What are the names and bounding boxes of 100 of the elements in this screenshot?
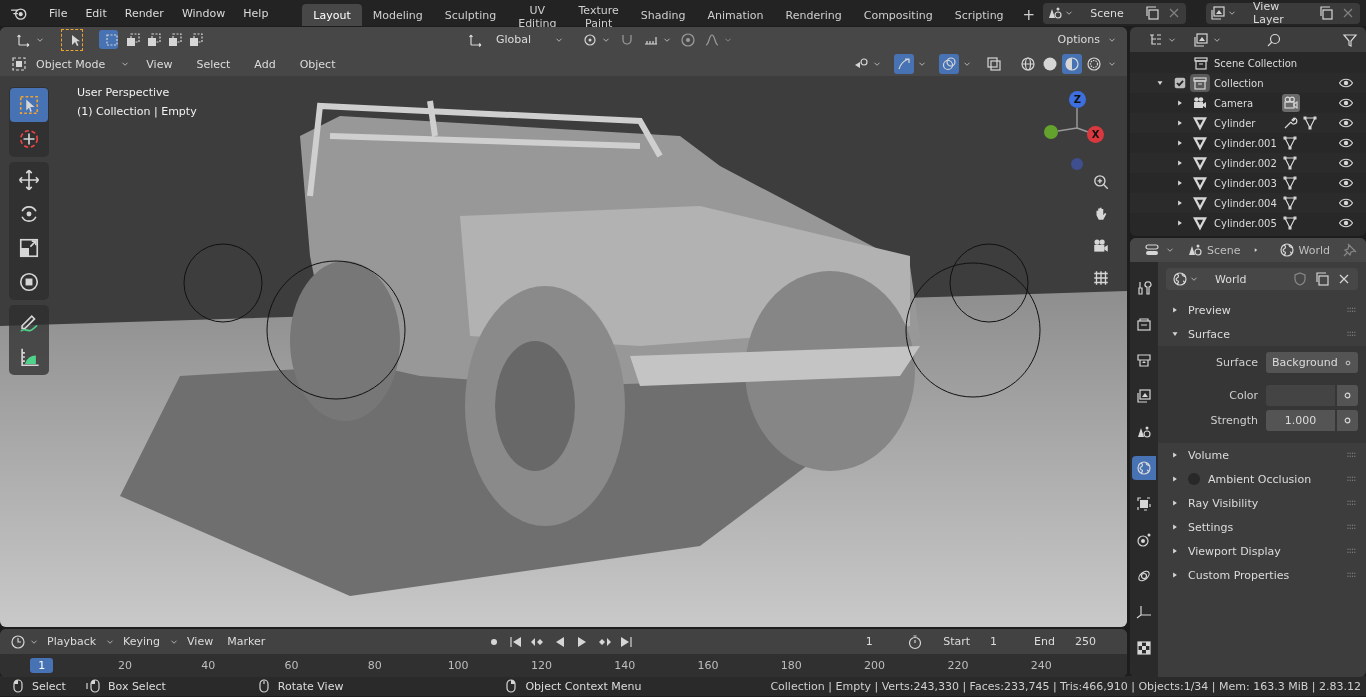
image-stack-icon[interactable] [1193, 31, 1209, 48]
shading-button[interactable] [1084, 54, 1104, 74]
end-frame-field[interactable]: 250 [1075, 635, 1117, 648]
shield-icon[interactable] [1292, 271, 1308, 287]
triangle-icon[interactable] [1192, 115, 1208, 131]
outliner-item[interactable]: Cylinder [1212, 117, 1282, 129]
menu-item[interactable]: Render [115, 2, 173, 24]
menu-item[interactable]: Select [188, 57, 239, 71]
mesh-vertices-icon[interactable] [1302, 115, 1318, 131]
number-field[interactable]: 1.000 [1266, 410, 1335, 431]
target-icon[interactable] [680, 31, 697, 48]
workspace-tab[interactable]: Scripting [943, 4, 1015, 26]
outliner-item[interactable]: Cylinder.001 [1212, 137, 1282, 149]
filter-icon[interactable] [1342, 31, 1358, 48]
clock-icon[interactable] [10, 633, 26, 650]
axis-handle[interactable] [1071, 158, 1083, 170]
outliner-item[interactable]: Cylinder.003 [1212, 177, 1282, 189]
box-icon[interactable] [1193, 55, 1209, 71]
menu-item[interactable]: Playback [41, 635, 103, 648]
panel-header[interactable]: Ambient Occlusion [1208, 472, 1312, 486]
mesh-vertices-icon[interactable] [1282, 195, 1298, 211]
camera-icon[interactable] [1192, 95, 1208, 111]
triangle-icon[interactable] [1192, 135, 1208, 151]
panel-header[interactable]: Ray Visibility [1188, 496, 1259, 510]
workspace-tab[interactable]: Rendering [774, 4, 853, 26]
workspace-tab[interactable]: Sculpting [433, 4, 508, 26]
zoom-icon[interactable] [1092, 173, 1110, 191]
menu-item[interactable]: View [138, 57, 181, 71]
menu-item[interactable]: Edit [76, 2, 116, 24]
checkbox[interactable] [1173, 76, 1187, 90]
outliner-item[interactable]: Cylinder.002 [1212, 157, 1282, 169]
selection-mode-button[interactable] [99, 30, 118, 49]
camera-icon[interactable] [1092, 237, 1110, 255]
globe-icon[interactable] [1172, 271, 1188, 287]
menu-item[interactable]: Help [234, 2, 278, 24]
pin-icon[interactable] [1342, 242, 1358, 258]
options-dropdown[interactable]: Options [1057, 33, 1104, 46]
circle-dot-icon[interactable] [582, 31, 599, 48]
panel-header[interactable]: Surface [1188, 327, 1230, 341]
copy-icon[interactable] [1144, 5, 1161, 21]
current-frame-field[interactable]: 1 [849, 635, 890, 648]
gizmo-toggle[interactable] [894, 54, 914, 74]
workspace-tab[interactable]: Shading [629, 4, 697, 26]
outliner-item[interactable]: Cylinder.005 [1212, 217, 1282, 229]
ring-icon[interactable] [1337, 385, 1358, 406]
orientation-dropdown[interactable]: Global [492, 33, 546, 46]
datablock-selector[interactable]: World [1166, 268, 1358, 290]
outliner-item[interactable]: Collection [1212, 77, 1282, 89]
menu-item[interactable]: View [181, 635, 220, 648]
menu-item[interactable]: Window [172, 2, 235, 24]
stopwatch-icon[interactable] [907, 633, 924, 650]
ring-icon[interactable] [1337, 410, 1358, 431]
scene-icon[interactable] [1047, 5, 1064, 21]
axis-handle[interactable] [1044, 125, 1058, 139]
image-stack-icon[interactable] [1210, 5, 1227, 21]
start-frame-field[interactable]: 1 [990, 635, 1033, 648]
outliner-item[interactable]: Scene Collection [1212, 57, 1338, 69]
workspace-tab[interactable]: UV Editing [507, 4, 568, 26]
scene-selector[interactable]: Scene [1043, 2, 1187, 24]
shading-button[interactable] [1018, 54, 1038, 74]
box-icon[interactable] [1192, 75, 1208, 91]
mesh-vertices-icon[interactable] [1282, 135, 1298, 151]
view-layer-selector[interactable]: View Layer [1206, 2, 1360, 24]
toggle-icon[interactable] [1144, 242, 1160, 258]
panel-header[interactable]: Custom Properties [1188, 568, 1290, 582]
shader-dropdown[interactable]: Background [1266, 352, 1358, 373]
workspace-tab[interactable]: Compositing [852, 4, 944, 26]
panel-header[interactable]: Settings [1188, 520, 1234, 534]
workspace-tab[interactable]: Modeling [361, 4, 434, 26]
panel-header[interactable]: Preview [1188, 303, 1231, 317]
mode-dropdown[interactable] [10, 55, 28, 73]
grid-icon[interactable] [1092, 269, 1110, 287]
menu-item[interactable]: Keying [117, 635, 167, 648]
camera-icon[interactable] [1282, 94, 1300, 112]
overlay-toggle[interactable] [939, 54, 959, 74]
search-icon[interactable] [1266, 31, 1282, 48]
copy-icon[interactable] [1318, 5, 1334, 21]
mesh-vertices-icon[interactable] [1282, 215, 1298, 231]
panel-header[interactable]: Volume [1188, 448, 1229, 462]
workspace-tab[interactable]: Layout [302, 4, 362, 26]
triangle-icon[interactable] [1192, 195, 1208, 211]
stacked-squares-icon[interactable] [986, 56, 1002, 72]
panel-header[interactable]: Viewport Display [1188, 544, 1281, 558]
mesh-vertices-icon[interactable] [1282, 175, 1298, 191]
workspace-tab[interactable]: Texture Paint [567, 4, 630, 26]
breadcrumb-item[interactable]: Scene [1207, 243, 1241, 257]
menu-item[interactable]: Marker [221, 635, 272, 648]
wrench-icon[interactable] [1282, 115, 1298, 131]
outliner-item[interactable]: Camera [1212, 97, 1282, 109]
workspace-tab[interactable]: Animation [696, 4, 775, 26]
breadcrumb-item[interactable]: World [1298, 243, 1331, 257]
menu-item[interactable]: File [40, 2, 77, 24]
menu-item[interactable]: Add [246, 57, 284, 71]
menu-item[interactable]: Object [291, 57, 344, 71]
copy-icon[interactable] [1314, 271, 1330, 287]
triangle-icon[interactable] [1192, 155, 1208, 171]
add-workspace-button[interactable]: + [1014, 4, 1044, 26]
triangle-icon[interactable] [1192, 215, 1208, 231]
triangle-icon[interactable] [1192, 175, 1208, 191]
list-tree-icon[interactable] [1148, 31, 1164, 48]
